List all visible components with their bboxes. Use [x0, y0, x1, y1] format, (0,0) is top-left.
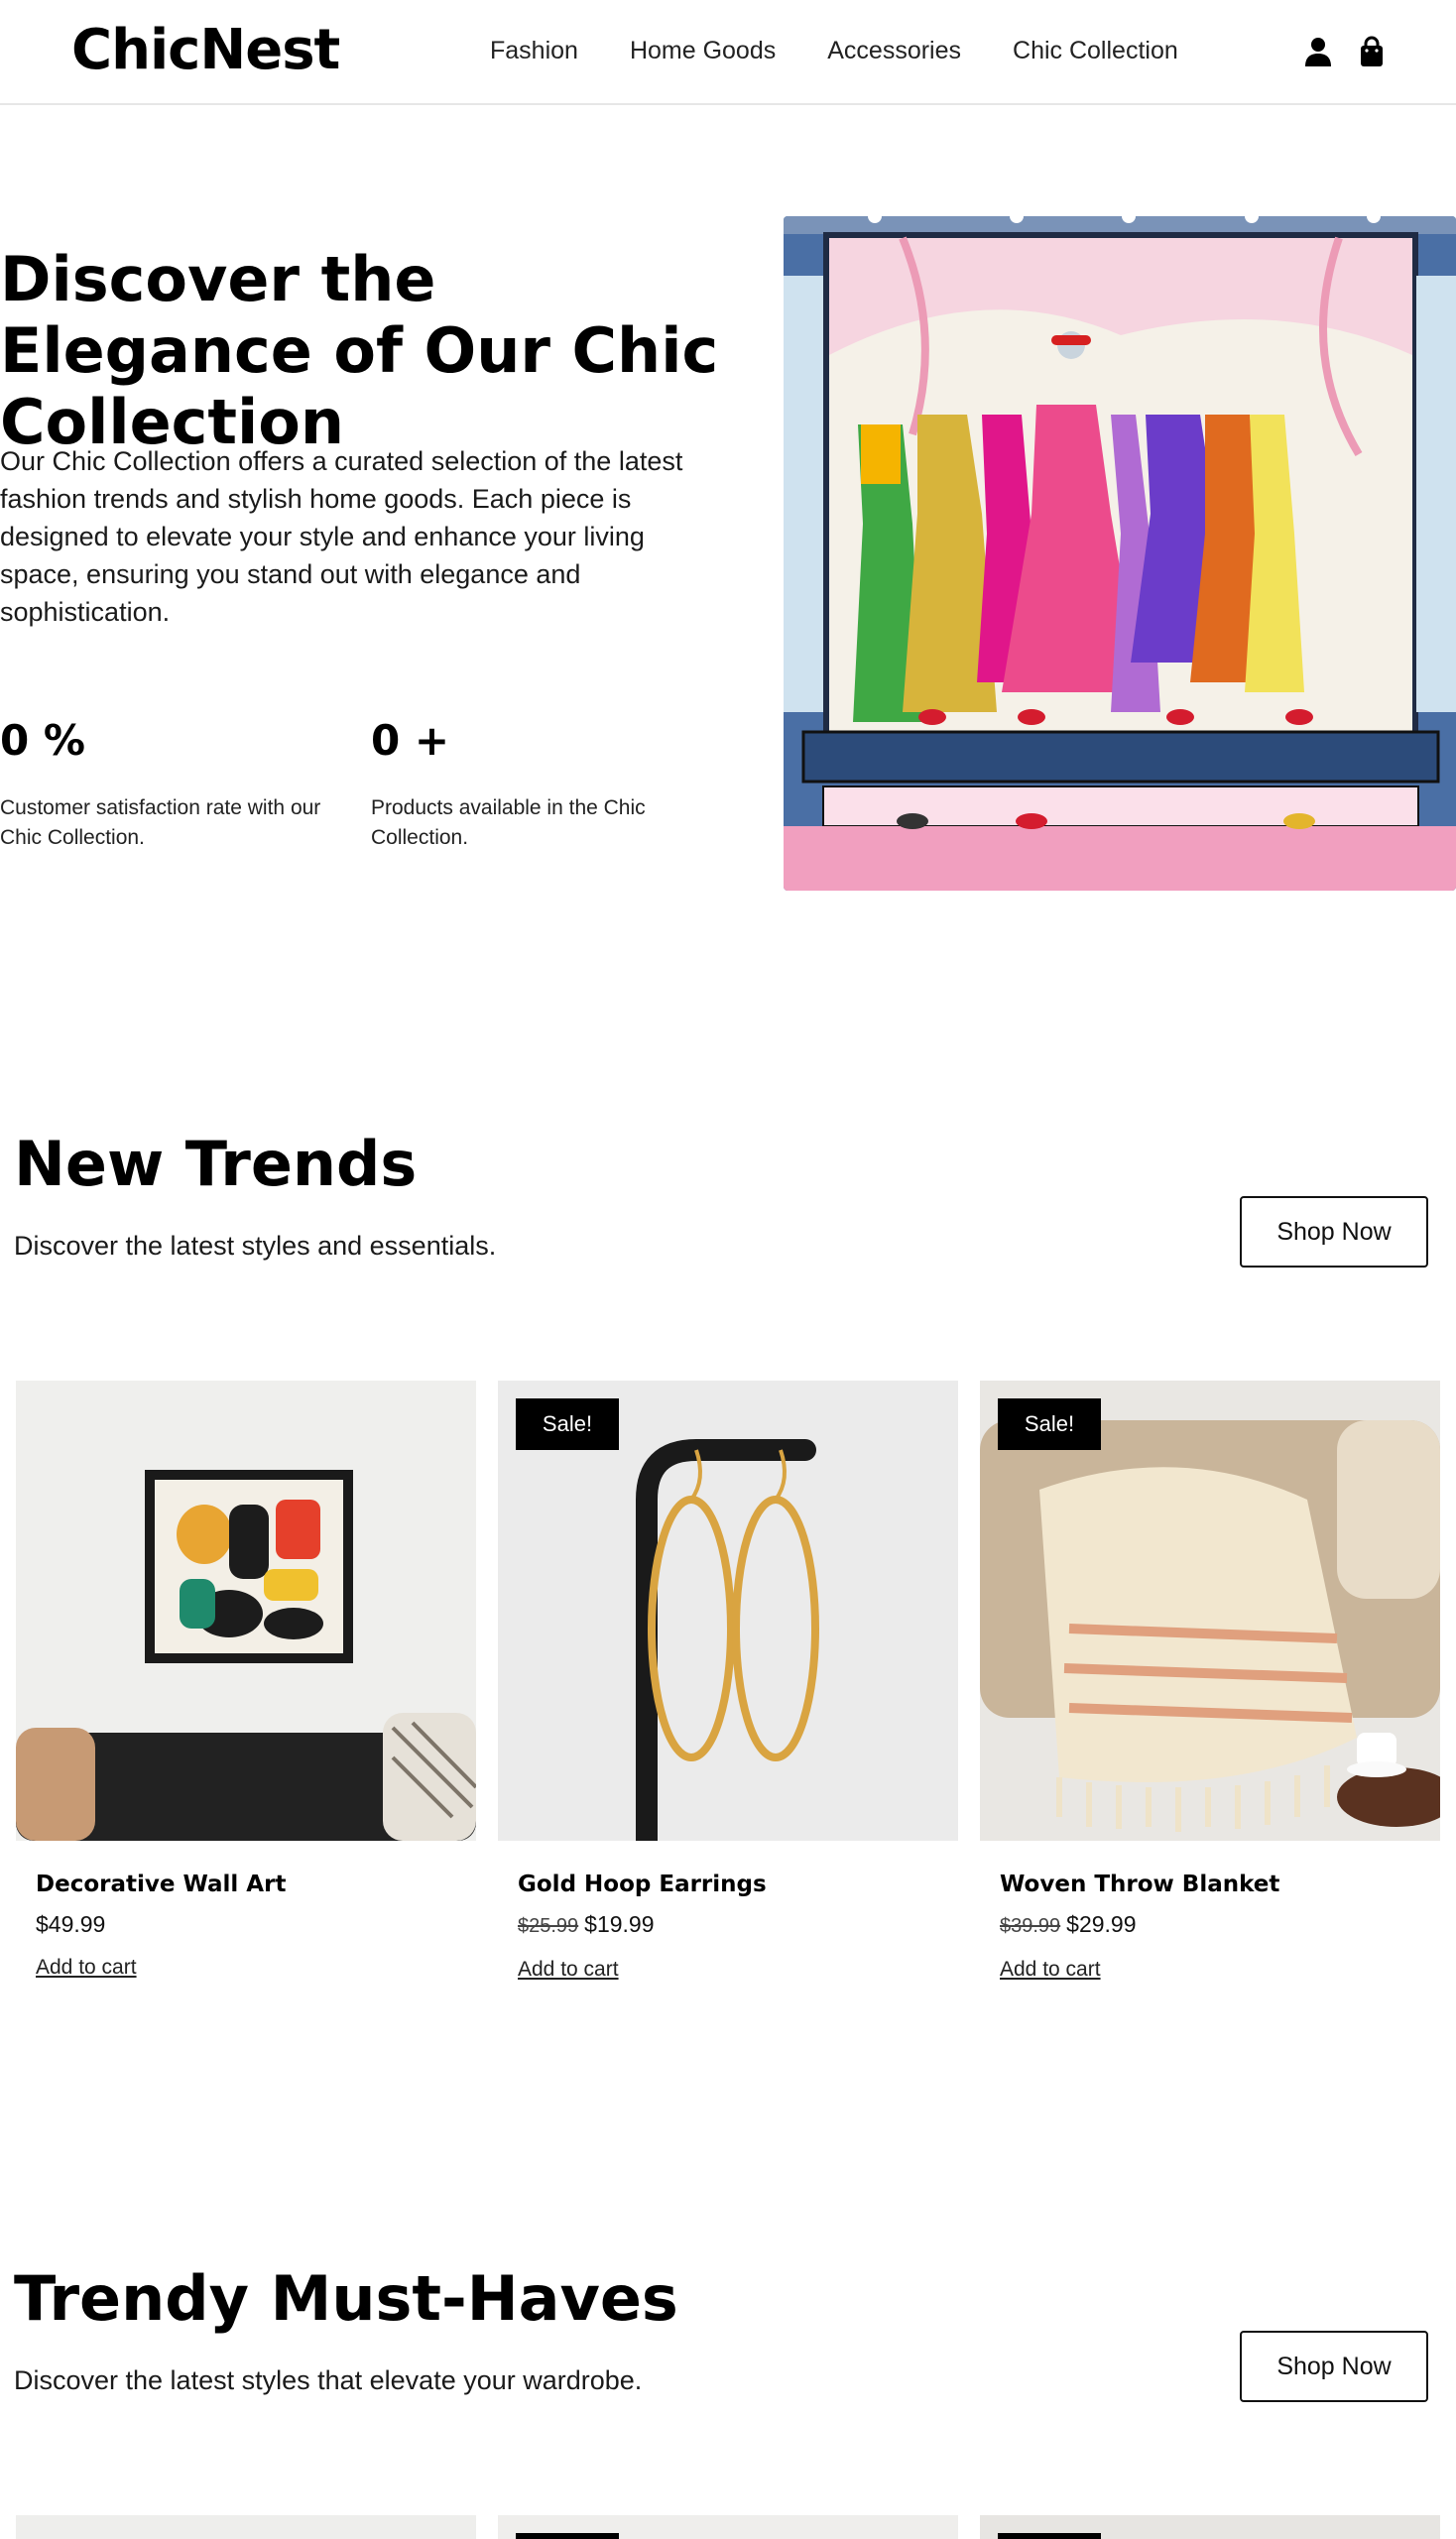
add-to-cart-link[interactable]: Add to cart — [518, 1958, 619, 1982]
product-image-partial[interactable] — [498, 2515, 958, 2539]
product-name[interactable]: Decorative Wall Art — [36, 1869, 476, 1900]
stat-satisfaction: 0 % Customer satisfaction rate with our … — [0, 716, 327, 853]
add-to-cart-link[interactable]: Add to cart — [1000, 1958, 1101, 1982]
hero-title: Discover the Elegance of Our Chic Collec… — [0, 243, 719, 458]
current-price: $49.99 — [36, 1911, 106, 1937]
product-image-gold-hoops[interactable]: Sale! — [498, 1381, 958, 1841]
hero-description: Our Chic Collection offers a curated sel… — [0, 446, 683, 627]
main-nav: Fashion Home Goods Accessories Chic Coll… — [490, 34, 1178, 67]
product-name[interactable]: Gold Hoop Earrings — [518, 1869, 958, 1900]
product-image-partial[interactable] — [980, 2515, 1440, 2539]
product-image-wall-art[interactable] — [16, 1381, 476, 1841]
nav-item-accessories[interactable]: Accessories — [827, 34, 961, 67]
header-icons — [1303, 36, 1387, 67]
logo[interactable]: ChicNest — [71, 18, 340, 83]
product-card[interactable]: Sale! Gold Hoop Earrings $25.99 $19.99 Ad… — [498, 1381, 958, 1982]
user-icon[interactable] — [1303, 36, 1333, 67]
sale-badge: Sale! — [516, 1398, 619, 1450]
hero-image-boutique-window — [784, 216, 1456, 891]
product-price: $25.99 $19.99 — [518, 1908, 958, 1942]
stat-label: Products available in the Chic Collectio… — [371, 796, 646, 849]
site-header: ChicNest Fashion Home Goods Accessories … — [0, 0, 1456, 105]
original-price: $25.99 — [518, 1915, 579, 1937]
shopping-bag-icon[interactable] — [1357, 36, 1387, 67]
must-haves-subtitle: Discover the latest styles that elevate … — [14, 2365, 643, 2395]
must-haves-shop-now-button[interactable]: Shop Now — [1240, 2331, 1428, 2402]
product-card[interactable]: Sale! Woven Throw Blanket $39.99 $29.99 A… — [980, 1381, 1440, 1982]
sale-badge-partial — [998, 2533, 1101, 2539]
product-image-partial[interactable] — [16, 2515, 476, 2539]
current-price: $29.99 — [1066, 1911, 1137, 1937]
nav-item-fashion[interactable]: Fashion — [490, 34, 578, 67]
must-haves-title: Trendy Must-Haves — [14, 2262, 678, 2335]
product-card[interactable]: Decorative Wall Art $49.99 Add to cart — [16, 1381, 476, 1980]
sale-badge-partial — [516, 2533, 619, 2539]
original-price: $39.99 — [1000, 1915, 1061, 1937]
stat-products: 0 + Products available in the Chic Colle… — [371, 716, 698, 853]
stat-value: 0 + — [371, 716, 450, 765]
sale-badge: Sale! — [998, 1398, 1101, 1450]
new-trends-title: New Trends — [14, 1128, 418, 1200]
nav-item-chic-collection[interactable]: Chic Collection — [1013, 34, 1178, 67]
product-image-throw-blanket[interactable]: Sale! — [980, 1381, 1440, 1841]
current-price: $19.99 — [584, 1911, 655, 1937]
product-name[interactable]: Woven Throw Blanket — [1000, 1869, 1440, 1900]
product-price: $39.99 $29.99 — [1000, 1908, 1440, 1942]
stat-label: Customer satisfaction rate with our Chic… — [0, 796, 321, 849]
new-trends-shop-now-button[interactable]: Shop Now — [1240, 1196, 1428, 1268]
add-to-cart-link[interactable]: Add to cart — [36, 1956, 137, 1980]
stat-value: 0 % — [0, 716, 85, 765]
nav-item-home-goods[interactable]: Home Goods — [630, 34, 776, 67]
new-trends-subtitle: Discover the latest styles and essential… — [14, 1231, 497, 1261]
product-price: $49.99 — [36, 1908, 476, 1940]
